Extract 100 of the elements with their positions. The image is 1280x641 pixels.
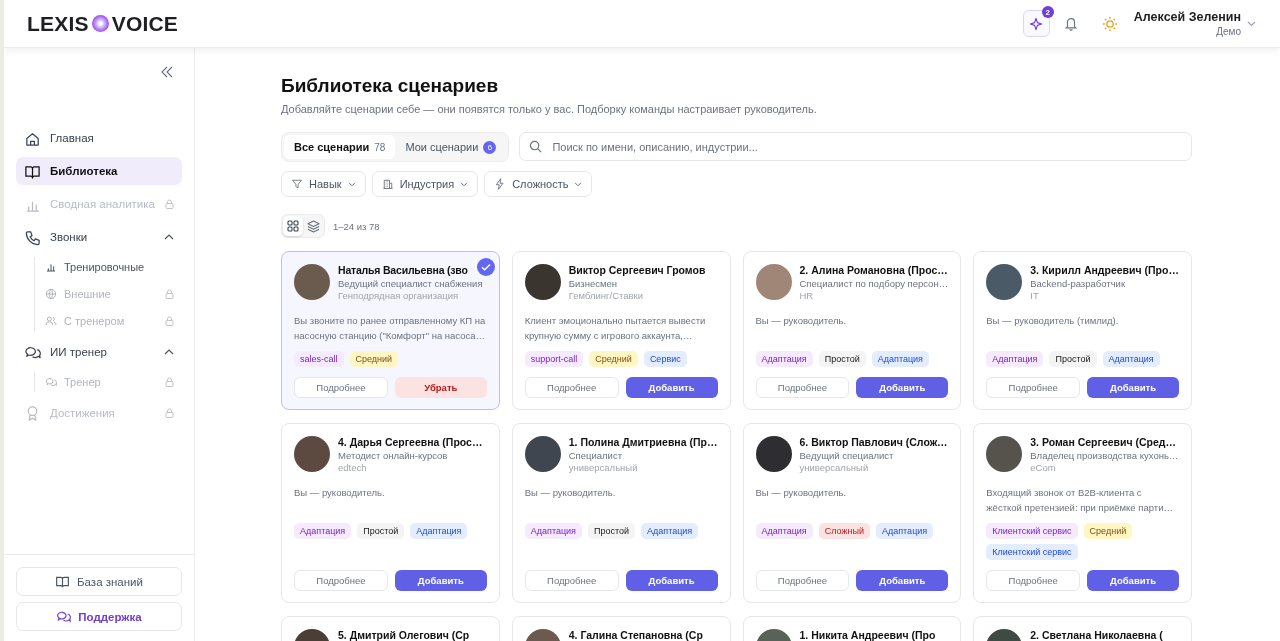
chevron-up-icon[interactable]	[164, 349, 174, 355]
collapse-icon[interactable]	[160, 66, 174, 78]
knowledge-base-button[interactable]: База знаний	[16, 567, 182, 596]
remove-button[interactable]: Убрать	[394, 377, 487, 398]
details-button[interactable]: Подробнее	[986, 377, 1081, 398]
tag: Адаптация	[871, 351, 929, 367]
details-button[interactable]: Подробнее	[294, 377, 388, 398]
tag: sales-call	[294, 351, 344, 367]
persona-role: Специалист	[568, 450, 624, 461]
result-range: 1–24 из 78	[333, 220, 380, 232]
sidebar-item[interactable]: ИИ тренер	[16, 338, 182, 366]
persona-role: Методист онлайн-курсов	[338, 450, 449, 461]
filter-dropdown[interactable]: Индустрия	[371, 171, 479, 197]
book-icon	[55, 574, 71, 589]
details-button[interactable]: Подробнее	[524, 377, 619, 398]
tag: Адаптация	[875, 523, 934, 539]
scenario-card[interactable]: 3. Роман Сергеевич (Сред… Владелец производства кухонь… eCom Входящий звонок от B2B-клиента с жёсткой претензией: при приёмке парти… Клиентский сервис Средний Клиентский сервис Подробнее Добавить	[973, 423, 1192, 603]
search-field[interactable]: Поиск по имени, описанию, индустрии...	[519, 132, 1192, 161]
sidebar-item[interactable]: Библиотека	[16, 157, 182, 185]
avatar-photo-placeholder	[524, 436, 561, 472]
persona-industry: универсальный	[568, 462, 639, 473]
tag: support-call	[524, 351, 584, 367]
scenario-description: Вы — руководитель (тимлид).	[986, 314, 1120, 328]
persona-name: Виктор Сергеевич Громов	[568, 264, 707, 276]
scenario-card[interactable]: 2. Светлана Николаевна (	[973, 616, 1192, 641]
sidebar-item[interactable]: Главная	[16, 124, 182, 152]
sidebar-subitem[interactable]: Тренировочные	[45, 257, 182, 277]
details-button[interactable]: Подробнее	[294, 570, 388, 591]
scenario-card[interactable]: 6. Виктор Павлович (Слож… Ведущий специалист универсальный Вы — руководитель. Адаптация Сложный Адаптация Подробнее Добавить	[742, 423, 962, 603]
scenario-description: Входящий звонок от B2B-клиента с жёсткой претензией: при приёмке парти…	[986, 486, 1174, 515]
orb-logo-icon	[91, 15, 109, 32]
chevron-down-icon[interactable]	[1247, 20, 1256, 27]
avatar-photo-placeholder	[294, 436, 330, 472]
persona-name: 4. Галина Степановна (Ср	[568, 629, 704, 641]
add-button[interactable]: Добавить	[394, 570, 487, 591]
building-icon	[381, 178, 394, 190]
support-button[interactable]: Поддержка	[16, 602, 182, 631]
add-button[interactable]: Добавить	[1087, 570, 1179, 591]
tag: Простой	[1049, 351, 1097, 367]
globe-icon	[45, 288, 57, 300]
lightning-icon	[494, 178, 507, 190]
details-button[interactable]: Подробнее	[986, 570, 1081, 591]
tag: Средний	[589, 351, 638, 367]
layers-icon	[306, 219, 320, 233]
scenario-card[interactable]: 5. Дмитрий Олегович (Ср	[281, 616, 500, 641]
tag: Адаптация	[524, 523, 582, 539]
persona-name: 6. Виктор Павлович (Слож…	[799, 436, 949, 448]
tab[interactable]: Мои сценарии 6	[395, 135, 507, 159]
scenario-description: Вы — руководитель.	[755, 314, 848, 328]
bar-chart-icon	[45, 261, 57, 273]
sparkle-icon	[1029, 16, 1044, 31]
user-role: Демо	[1216, 26, 1241, 37]
scenario-card[interactable]: 4. Галина Степановна (Ср	[511, 616, 731, 641]
user-name[interactable]: Алексей Зеленин	[1133, 10, 1241, 24]
scenario-card[interactable]: 4. Дарья Сергеевна (Прос… Методист онлайн-курсов edtech Вы — руководитель. Адаптация Простой Адаптация Подробнее Добавить	[281, 423, 500, 603]
details-button[interactable]: Подробнее	[755, 570, 850, 591]
filter-dropdown[interactable]: Навык	[281, 171, 366, 197]
persona-role: Бизнесмен	[568, 278, 618, 289]
filter-dropdown[interactable]: Сложность	[484, 171, 593, 197]
scenario-card[interactable]: Виктор Сергеевич Громов Бизнесмен Гемблинг/Ставки Клиент эмоционально пытается вывести крупную сумму с игрового аккаунта,… support-call Средний Сервис Подробнее Добавить	[511, 251, 731, 410]
logo-text: LEXIS	[27, 11, 89, 36]
tag: Адаптация	[294, 523, 352, 539]
scenario-card[interactable]: 2. Алина Романовна (Прос… Специалист по подбору персон… HR Вы — руководитель. Адаптация Простой Адаптация Подробнее Добавить	[742, 251, 962, 410]
bell-icon[interactable]	[1063, 16, 1078, 31]
avatar-photo-placeholder	[524, 264, 561, 300]
page-subtitle: Добавляйте сценарии себе — они появятся только у вас. Подборку команды настраивает руководитель.	[281, 103, 818, 115]
add-button[interactable]: Добавить	[625, 570, 718, 591]
scenario-description: Вы — руководитель.	[294, 486, 386, 500]
page-title: Библиотека сценариев	[281, 75, 500, 97]
persona-name: 4. Дарья Сергеевна (Прос…	[338, 436, 484, 448]
persona-name: 3. Кирилл Андреевич (Про…	[1030, 264, 1179, 276]
avatar-photo-placeholder	[755, 436, 792, 472]
details-button[interactable]: Подробнее	[524, 570, 619, 591]
scenario-card[interactable]: Наталья Васильевна (зво Ведущий специалист снабжения Генподрядная организация Вы звоните по ранее отправленному КП на насосную станцию ("Комфорт" на насоса… sales-call Средний Подробнее Убрать	[281, 251, 500, 410]
lock-icon	[165, 199, 174, 209]
tag: Адаптация	[755, 523, 813, 539]
persona-industry: IT	[1030, 290, 1040, 301]
persona-name: 2. Светлана Николаевна (	[1030, 629, 1164, 641]
add-button[interactable]: Добавить	[856, 570, 949, 591]
scenario-card[interactable]: 1. Никита Андреевич (Про	[742, 616, 962, 641]
persona-name: 5. Дмитрий Олегович (Ср	[338, 629, 471, 641]
grid-icon	[287, 220, 299, 232]
tag: Адаптация	[986, 351, 1044, 367]
persona-industry: HR	[799, 290, 815, 301]
tag: Сложный	[818, 523, 870, 539]
add-button[interactable]: Добавить	[1087, 377, 1179, 398]
scenario-card[interactable]: 3. Кирилл Андреевич (Про… Backend-разработчик IT Вы — руководитель (тимлид). Адаптация Простой Адаптация Подробнее Добавить	[973, 251, 1192, 410]
persona-name: 1. Никита Андреевич (Про	[799, 629, 937, 641]
chevron-down-icon	[460, 181, 469, 187]
add-button[interactable]: Добавить	[625, 377, 718, 398]
grid-view-button[interactable]	[283, 216, 303, 236]
tag: Адаптация	[755, 351, 813, 367]
details-button[interactable]: Подробнее	[755, 377, 850, 398]
chevron-up-icon[interactable]	[164, 234, 174, 240]
lock-icon	[165, 377, 174, 387]
scenario-card[interactable]: 1. Полина Дмитриевна (Пр… Специалист универсальный Вы — руководитель. Адаптация Простой Адаптация Подробнее Добавить	[511, 423, 731, 603]
avatar-photo-placeholder	[986, 264, 1023, 300]
add-button[interactable]: Добавить	[856, 377, 949, 398]
tab[interactable]: Все сценарии 78	[284, 135, 396, 159]
sidebar-item[interactable]: Звонки	[16, 223, 182, 251]
